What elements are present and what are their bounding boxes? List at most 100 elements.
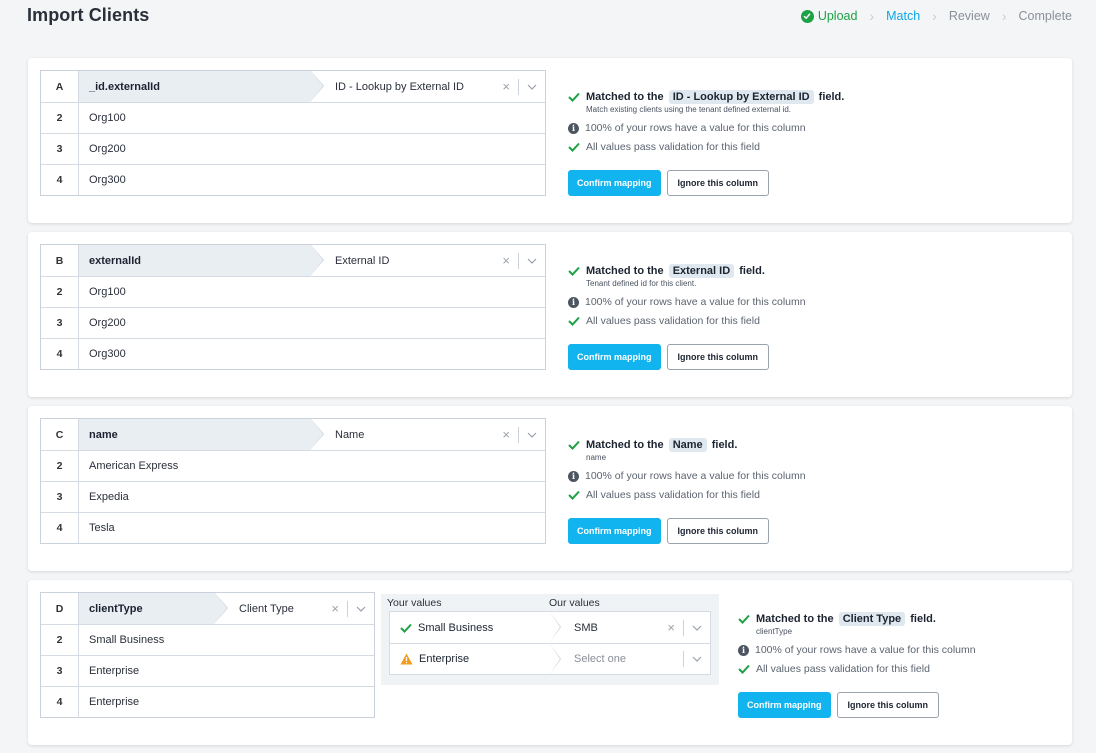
our-value-select[interactable]: SMB ×	[550, 612, 710, 643]
clear-icon[interactable]: ×	[323, 601, 347, 616]
our-value-placeholder: Select one	[574, 653, 626, 665]
row-number: 4	[41, 513, 79, 543]
cell-value: Org300	[89, 348, 126, 360]
confirm-mapping-button[interactable]: Confirm mapping	[568, 170, 661, 196]
chevron-down-icon[interactable]	[684, 656, 710, 662]
cell-value: Org200	[89, 317, 126, 329]
clear-icon[interactable]: ×	[494, 253, 518, 268]
table-row: 2 Small Business	[41, 624, 374, 655]
matched-line: Matched to the External ID field.	[568, 264, 806, 278]
confirm-mapping-button[interactable]: Confirm mapping	[738, 692, 831, 718]
matched-field-chip: Client Type	[838, 612, 906, 626]
column-letter: D	[41, 593, 79, 624]
row-number: 3	[41, 482, 79, 512]
step-review[interactable]: Review	[949, 9, 990, 23]
matched-line: Matched to the Client Type field.	[738, 612, 976, 626]
match-info: Matched to the Name field. name i 100% o…	[568, 438, 806, 544]
row-number: 3	[41, 134, 79, 164]
table-row: 4 Enterprise	[41, 686, 374, 717]
matched-field-chip: Name	[668, 438, 707, 452]
ignore-column-button[interactable]: Ignore this column	[666, 170, 770, 196]
column-card-a: A _id.externalId ID - Lookup by External…	[28, 58, 1072, 223]
row-number: 3	[41, 656, 79, 686]
info-icon: i	[568, 470, 579, 482]
your-value: Small Business	[418, 621, 494, 634]
match-info: Matched to the External ID field. Tenant…	[568, 264, 806, 370]
field-select[interactable]: Client Type ×	[215, 593, 374, 624]
step-match[interactable]: Match	[886, 9, 920, 23]
matched-field-chip: ID - Lookup by External ID	[668, 90, 814, 104]
field-select[interactable]: ID - Lookup by External ID ×	[311, 71, 545, 102]
our-value-select[interactable]: Select one	[550, 644, 710, 674]
step-upload[interactable]: Upload	[800, 9, 858, 23]
info-icon: i	[568, 296, 579, 308]
check-icon	[568, 440, 580, 450]
value-mapping-row: Small Business SMB ×	[390, 612, 710, 643]
chevron-down-icon[interactable]	[519, 258, 545, 264]
field-description: name	[586, 453, 607, 462]
clear-icon[interactable]: ×	[494, 427, 518, 442]
chevron-down-icon[interactable]	[348, 606, 374, 612]
table-row: 4 Org300	[41, 164, 545, 195]
column-header-name: _id.externalId	[79, 71, 324, 102]
column-card-d: D clientType Client Type × 2 Small Busin…	[28, 580, 1072, 745]
field-select[interactable]: External ID ×	[311, 245, 545, 276]
chevron-down-icon[interactable]	[684, 625, 710, 631]
cell-value: Enterprise	[89, 665, 140, 677]
row-number: 2	[41, 451, 79, 481]
check-icon	[568, 142, 580, 152]
warning-icon	[400, 653, 413, 665]
table-row: 3 Org200	[41, 133, 545, 164]
step-label: Upload	[817, 9, 858, 23]
value-mapping-panel: Your values Our values Small Business SM…	[381, 594, 719, 685]
validation-stat: All values pass validation for this fiel…	[568, 489, 806, 501]
info-icon: i	[738, 644, 749, 656]
ignore-column-button[interactable]: Ignore this column	[836, 692, 940, 718]
validation-stat: All values pass validation for this fiel…	[738, 663, 976, 675]
cell-value: Enterprise	[89, 696, 140, 708]
cell-value: Small Business	[89, 634, 165, 646]
step-label: Complete	[1018, 9, 1073, 23]
field-description: Tenant defined id for this client.	[586, 279, 697, 288]
column-header-row: B externalId External ID ×	[41, 245, 545, 276]
clear-icon[interactable]: ×	[659, 620, 683, 635]
field-description: Match existing clients using the tenant …	[586, 105, 792, 114]
ignore-column-button[interactable]: Ignore this column	[666, 518, 770, 544]
column-card-c: C name Name × 2 American Express 3 Exped…	[28, 406, 1072, 571]
rows-stat: i 100% of your rows have a value for thi…	[568, 296, 806, 308]
validation-stat: All values pass validation for this fiel…	[568, 141, 844, 153]
column-header-row: D clientType Client Type ×	[41, 593, 374, 624]
ignore-column-button[interactable]: Ignore this column	[666, 344, 770, 370]
confirm-mapping-button[interactable]: Confirm mapping	[568, 518, 661, 544]
source-column-table: A _id.externalId ID - Lookup by External…	[40, 70, 546, 196]
row-number: 3	[41, 308, 79, 338]
column-letter: A	[41, 71, 79, 102]
row-number: 2	[41, 277, 79, 307]
check-icon	[738, 614, 750, 624]
rows-stat: i 100% of your rows have a value for thi…	[568, 470, 806, 482]
field-select[interactable]: Name ×	[311, 419, 545, 450]
check-icon	[400, 623, 412, 633]
rows-stat: i 100% of your rows have a value for thi…	[568, 122, 844, 134]
row-number: 4	[41, 339, 79, 369]
check-icon	[568, 316, 580, 326]
match-info: Matched to the ID - Lookup by External I…	[568, 90, 844, 196]
step-label: Match	[886, 9, 921, 23]
clear-icon[interactable]: ×	[494, 79, 518, 94]
chevron-down-icon[interactable]	[519, 84, 545, 90]
table-row: 3 Enterprise	[41, 655, 374, 686]
field-select-value: External ID	[335, 254, 390, 267]
field-description: clientType	[756, 627, 793, 636]
chevron-down-icon[interactable]	[519, 432, 545, 438]
table-row: 4 Org300	[41, 338, 545, 369]
column-header-name: clientType	[79, 593, 228, 624]
column-header-row: C name Name ×	[41, 419, 545, 450]
your-values-header: Your values	[387, 596, 442, 609]
row-number: 2	[41, 625, 79, 655]
confirm-mapping-button[interactable]: Confirm mapping	[568, 344, 661, 370]
page-title: Import Clients	[27, 5, 150, 25]
matched-line: Matched to the ID - Lookup by External I…	[568, 90, 844, 104]
step-complete[interactable]: Complete	[1019, 9, 1073, 23]
table-row: 2 American Express	[41, 450, 545, 481]
check-icon	[738, 664, 750, 674]
